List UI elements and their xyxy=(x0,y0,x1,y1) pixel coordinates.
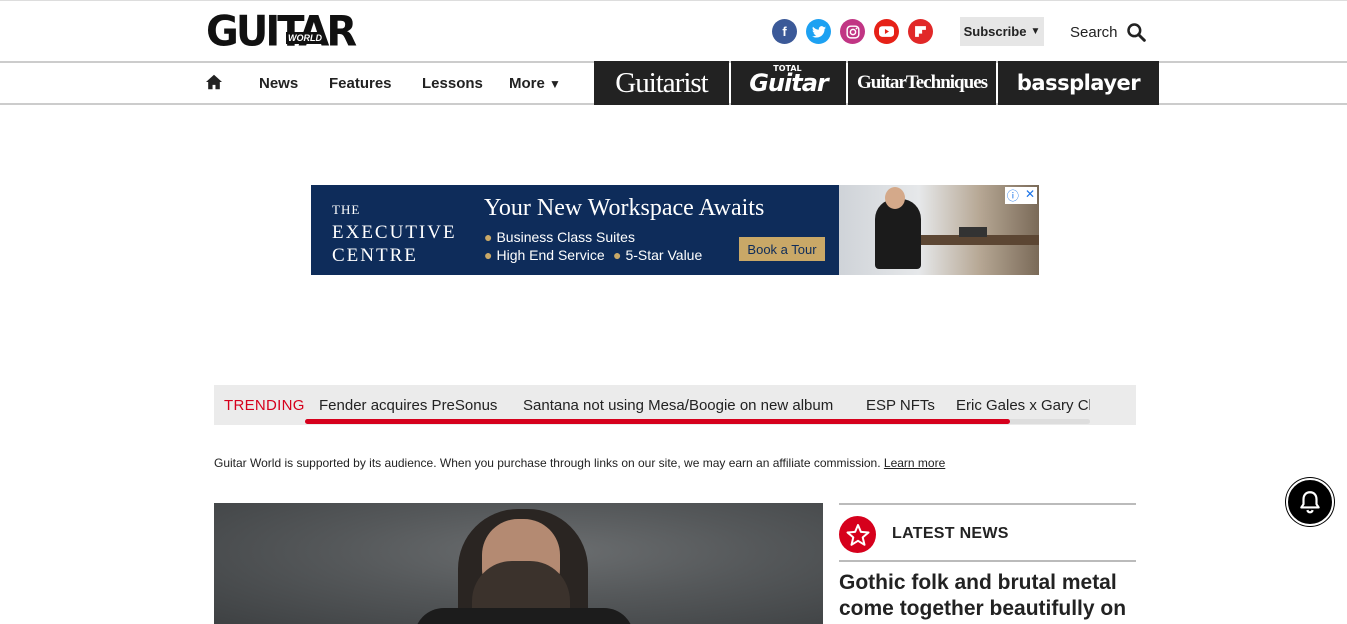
notification-bell-button[interactable] xyxy=(1286,478,1334,526)
ad-logo-line2: CENTRE xyxy=(332,245,418,266)
disclaimer-text: Guitar World is supported by its audienc… xyxy=(214,456,881,470)
close-icon[interactable]: ✕ xyxy=(1025,187,1035,204)
ad-banner[interactable]: THE EXECUTIVE CENTRE Your New Workspace … xyxy=(311,185,1039,275)
chevron-down-icon: ▼ xyxy=(1030,26,1041,37)
latest-news-header: LATEST NEWS xyxy=(839,503,1136,562)
trending-label: TRENDING xyxy=(224,397,305,414)
trending-scrollbar-thumb[interactable] xyxy=(305,419,1010,424)
brand-guitarist-link[interactable]: Guitarist xyxy=(594,61,729,105)
logo-text: GUITAR xyxy=(206,7,357,57)
flipboard-icon[interactable] xyxy=(908,19,933,44)
site-logo[interactable]: GUITAR WORLD xyxy=(206,10,357,54)
info-icon[interactable]: ⓘ xyxy=(1007,187,1019,204)
trending-item[interactable]: ESP NFTs xyxy=(866,397,935,414)
brand-guitartechniques-link[interactable]: GuitarTechniques xyxy=(848,61,996,105)
main-nav: News Features Lessons More ▼ Guitarist T… xyxy=(0,61,1347,105)
ad-logo-the: THE xyxy=(332,202,361,217)
trending-scrollbar[interactable] xyxy=(305,419,1090,424)
instagram-icon[interactable] xyxy=(840,19,865,44)
nav-more-label: More xyxy=(509,75,545,92)
logo-badge: WORLD xyxy=(286,32,324,44)
ad-bullet: ● 5-Star Value xyxy=(613,247,703,263)
brand-totalguitar-link[interactable]: TOTAL Guitar xyxy=(731,61,846,105)
search-icon xyxy=(1126,23,1146,42)
search-button[interactable]: Search xyxy=(1070,20,1146,44)
ad-logo: THE EXECUTIVE CENTRE xyxy=(332,198,457,267)
chevron-down-icon: ▼ xyxy=(549,77,561,91)
star-icon xyxy=(839,516,876,553)
trending-bar: TRENDING Fender acquires PreSonus Santan… xyxy=(214,385,1136,425)
ad-bullet: ● Business Class Suites xyxy=(484,229,635,245)
search-label: Search xyxy=(1070,23,1118,41)
trending-item[interactable]: Santana not using Mesa/Boogie on new alb… xyxy=(523,397,833,414)
ad-logo-line1: EXECUTIVE xyxy=(332,222,457,243)
nav-more[interactable]: More ▼ xyxy=(509,75,561,92)
brand-bassplayer-link[interactable]: bassplayer xyxy=(998,61,1159,105)
brand-total-small: TOTAL xyxy=(773,64,802,73)
facebook-icon[interactable]: f xyxy=(772,19,797,44)
subscribe-label: Subscribe xyxy=(963,24,1027,39)
twitter-icon[interactable] xyxy=(806,19,831,44)
trending-item[interactable]: Eric Gales x Gary Cla xyxy=(956,397,1090,414)
bell-icon xyxy=(1300,491,1320,514)
brand-totalguitar-text: Guitar xyxy=(749,69,829,97)
trending-item[interactable]: Fender acquires PreSonus xyxy=(319,397,497,414)
ad-controls[interactable]: ⓘ ✕ xyxy=(1004,187,1037,204)
nav-lessons[interactable]: Lessons xyxy=(422,75,483,92)
ad-bullet: ● High End Service xyxy=(484,247,605,263)
nav-features[interactable]: Features xyxy=(329,75,392,92)
home-icon[interactable] xyxy=(205,74,223,92)
subscribe-button[interactable]: Subscribe ▼ xyxy=(960,17,1044,46)
latest-news-title: LATEST NEWS xyxy=(892,525,1009,542)
hero-image[interactable] xyxy=(214,503,823,624)
youtube-icon[interactable] xyxy=(874,19,899,44)
learn-more-link[interactable]: Learn more xyxy=(884,456,945,470)
affiliate-disclaimer: Guitar World is supported by its audienc… xyxy=(214,456,945,470)
nav-news[interactable]: News xyxy=(259,75,298,92)
ad-headline: Your New Workspace Awaits xyxy=(484,195,765,221)
latest-article-title[interactable]: Gothic folk and brutal metal come togeth… xyxy=(839,570,1136,622)
ad-book-tour-button[interactable]: Book a Tour xyxy=(739,237,825,261)
site-header: GUITAR WORLD f Subscribe ▼ Search xyxy=(0,0,1347,61)
